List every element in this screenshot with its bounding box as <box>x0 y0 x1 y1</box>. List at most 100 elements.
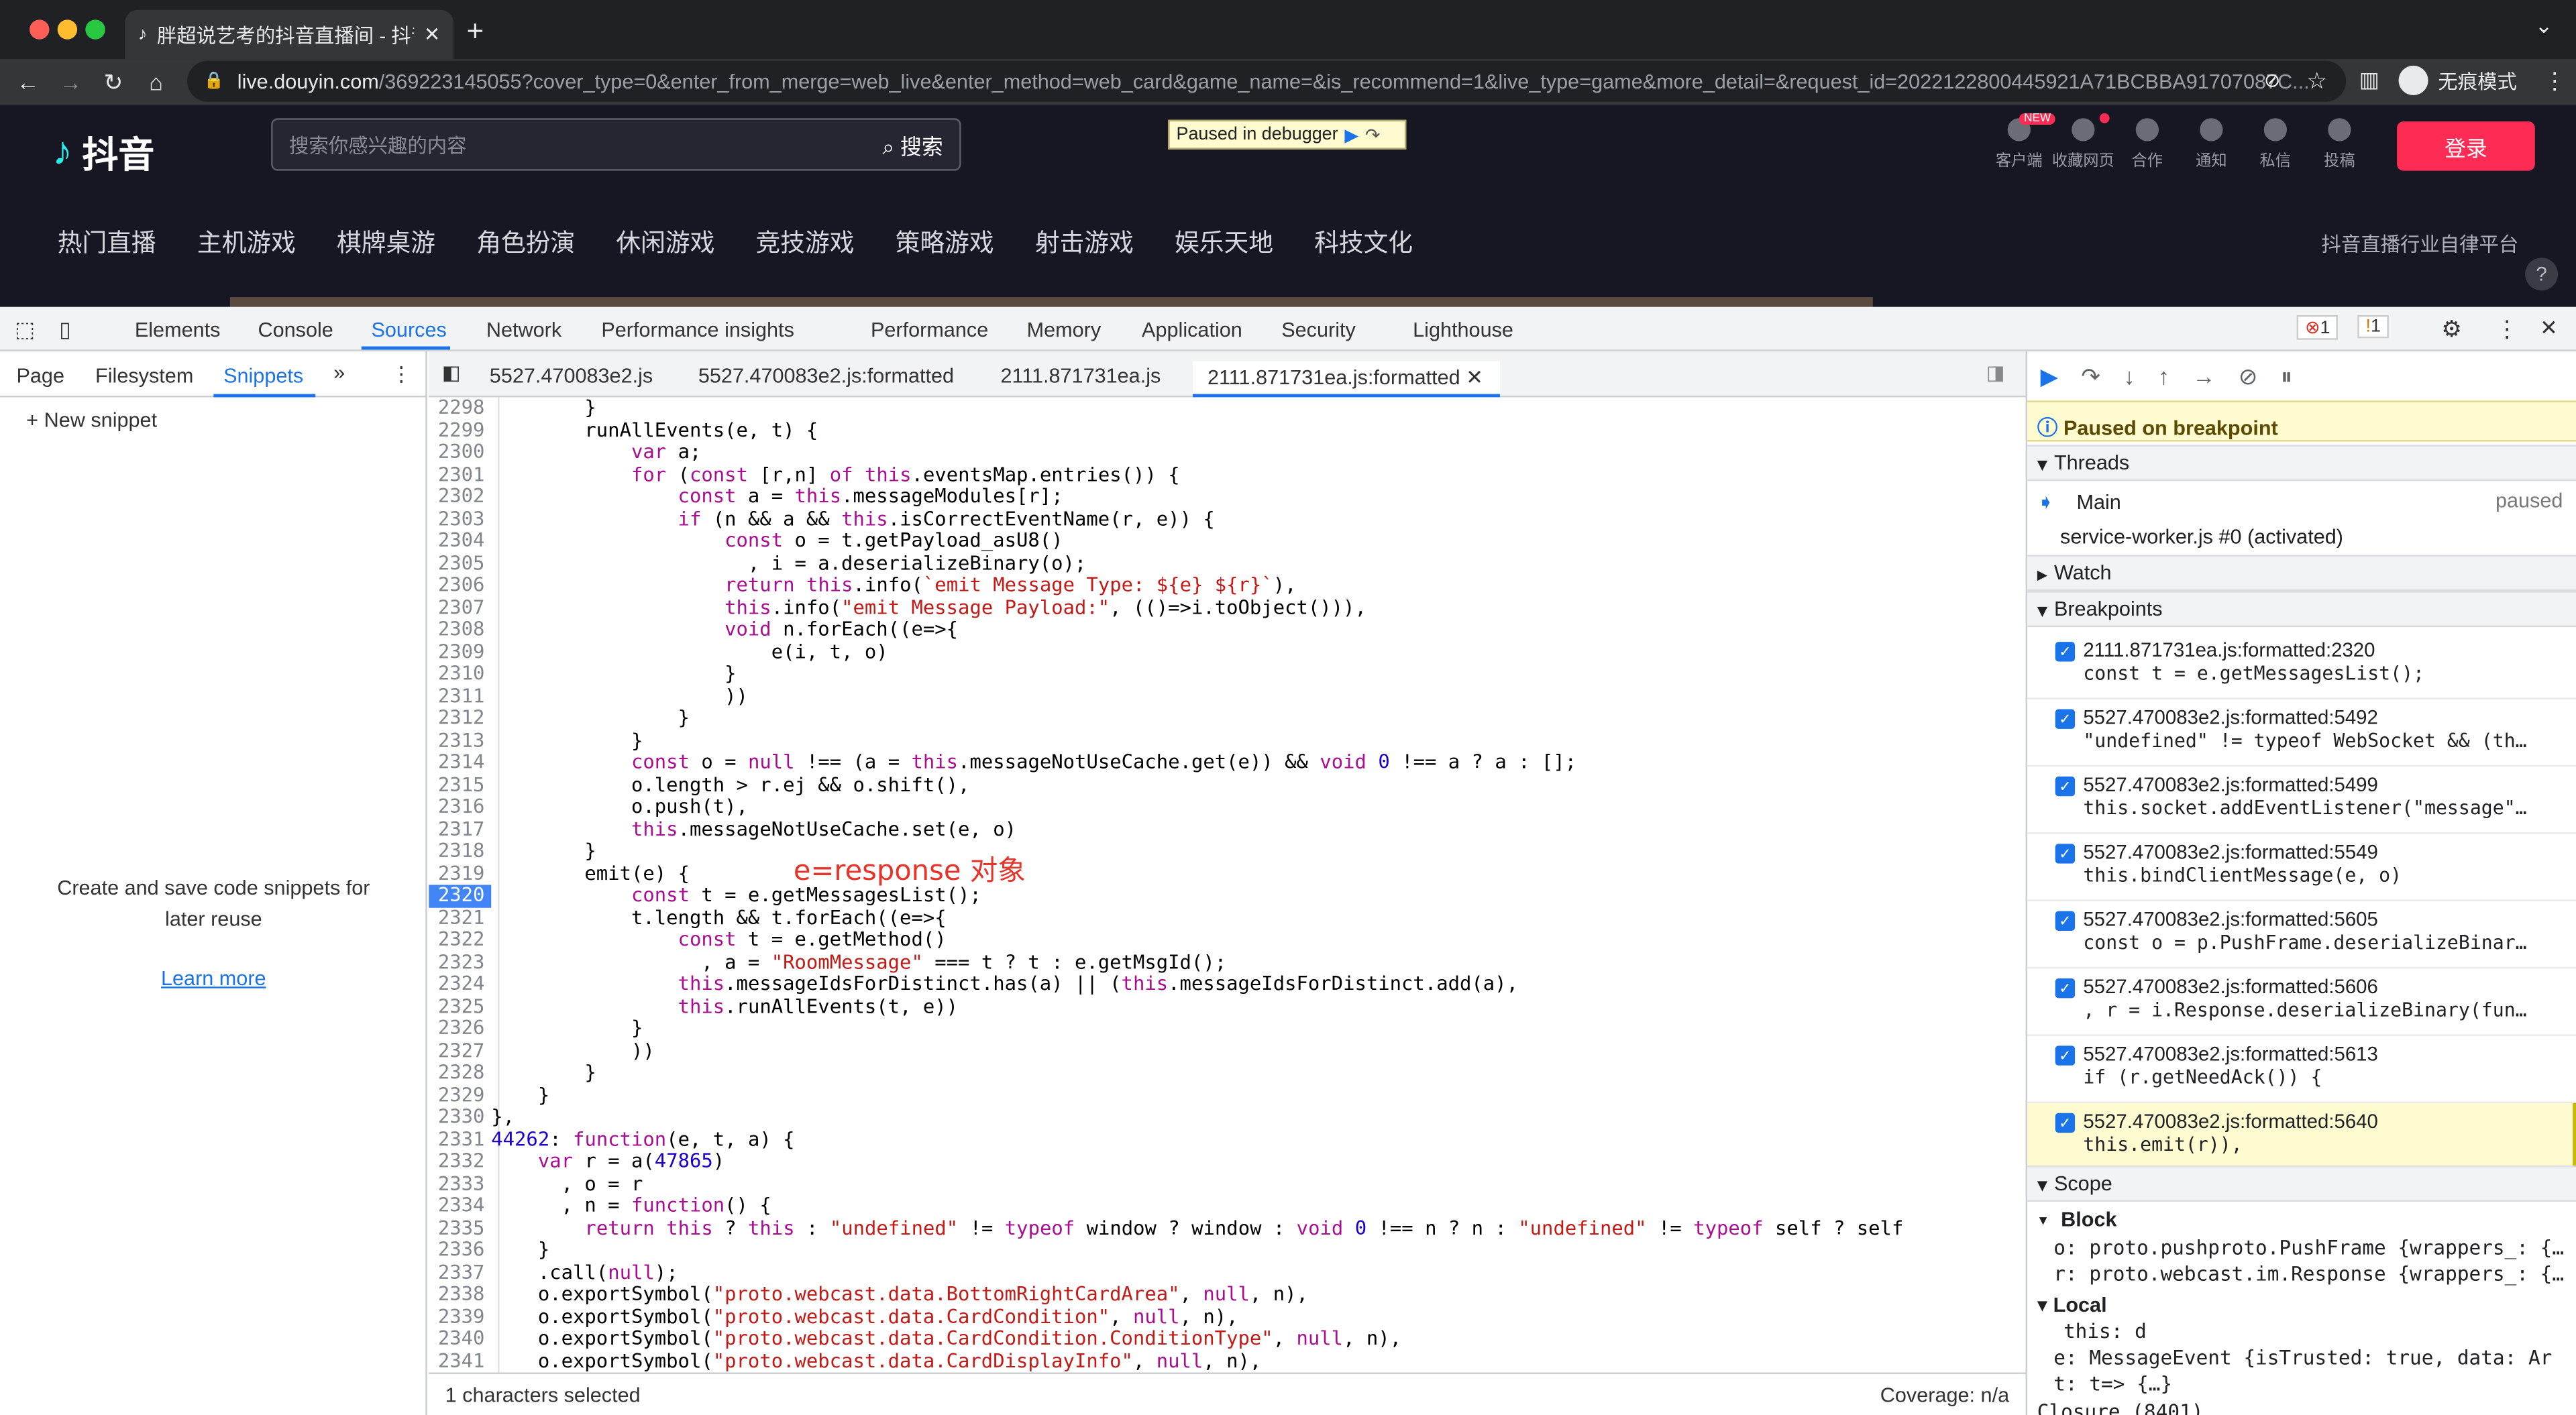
line-number[interactable]: 2324 <box>429 972 491 996</box>
code-line[interactable]: 2329 } <box>429 1083 2025 1107</box>
platform-link[interactable]: 抖音直播行业自律平台 <box>2321 230 2518 258</box>
tab-memory[interactable]: Memory <box>1027 319 1102 341</box>
new-tab-icon[interactable]: + <box>467 15 484 49</box>
line-number[interactable]: 2312 <box>429 707 491 730</box>
line-number[interactable]: 2339 <box>429 1305 491 1328</box>
code-line[interactable]: 2302 const a = this.messageModules[r]; <box>429 485 2025 508</box>
breakpoint-item[interactable]: ✓ 5527.470083e2.js:formatted:5549 this.bin… <box>2027 834 2576 901</box>
line-number[interactable]: 2336 <box>429 1239 491 1261</box>
code-line[interactable]: 2330}, <box>429 1105 2025 1129</box>
code-line[interactable]: 2323 , a = "RoomMessage" === t ? t : e.g… <box>429 950 2025 974</box>
scope-header[interactable]: ▾ Scope <box>2027 1166 2576 1202</box>
line-number[interactable]: 2305 <box>429 552 491 575</box>
category-casual[interactable]: 休闲游戏 <box>616 225 714 259</box>
close-editor-tab-icon[interactable]: ✕ <box>1466 366 1483 389</box>
line-number[interactable]: 2314 <box>429 751 491 774</box>
incognito-chip[interactable]: 无痕模式 <box>2398 65 2517 95</box>
pause-exceptions-button[interactable]: ⏸ <box>2281 363 2292 391</box>
category-shooter[interactable]: 射击游戏 <box>1035 225 1134 259</box>
breakpoint-item[interactable]: ✓ 5527.470083e2.js:formatted:5605 const o … <box>2027 901 2576 969</box>
header-icon-notify[interactable]: 通知 <box>2177 118 2246 171</box>
line-number[interactable]: 2317 <box>429 817 491 840</box>
navigator-menu-icon[interactable]: ⋮ <box>391 361 412 386</box>
resume-icon[interactable]: ▶︎ <box>1344 124 1358 145</box>
code-line[interactable]: 2308 void n.forEach((e=>{ <box>429 618 2025 641</box>
code-editor[interactable]: 2298 } 2299 runAllEvents(e, t) {2300 var … <box>429 397 2026 1373</box>
tab-sources[interactable]: Sources <box>371 319 446 341</box>
back-icon[interactable]: ← <box>7 69 50 95</box>
code-line[interactable]: 2318 } <box>429 840 2025 862</box>
step-over-icon[interactable]: ↷ <box>1365 124 1381 145</box>
line-number[interactable]: 2333 <box>429 1172 491 1195</box>
code-line[interactable]: 2341 o.exportSymbol("proto.webcast.data.… <box>429 1349 2025 1372</box>
line-number[interactable]: 2300 <box>429 441 491 464</box>
breakpoint-checkbox[interactable]: ✓ <box>2055 776 2076 797</box>
code-line[interactable]: 2324 this.messageIdsForDistinct.has(a) |… <box>429 972 2025 996</box>
breakpoint-checkbox[interactable]: ✓ <box>2055 709 2076 729</box>
code-line[interactable]: 2321 t.length && t.forEach((e=>{ <box>429 906 2025 929</box>
browser-tab[interactable]: ♪ 胖超说艺考的抖音直播间 - 抖音直 ✕ <box>125 9 453 60</box>
header-icon-client[interactable]: 客户端 <box>1984 118 2053 171</box>
code-line[interactable]: 2334 , n = function() { <box>429 1194 2025 1217</box>
device-toolbar-icon[interactable]: ▯ <box>59 317 71 343</box>
search-input[interactable]: 搜索你感兴趣的内容 <box>289 131 882 159</box>
scope-var-this[interactable]: this: d <box>2063 1320 2147 1343</box>
editor-tab-2[interactable]: 5527.470083e2.js:formatted <box>698 364 954 387</box>
category-console[interactable]: 主机游戏 <box>197 225 296 259</box>
no-tracking-icon[interactable]: ⊘ <box>2264 69 2281 92</box>
threads-header[interactable]: ▾ Threads <box>2027 445 2576 482</box>
line-number[interactable]: 2299 <box>429 418 491 441</box>
nav-tab-page[interactable]: Page <box>16 364 64 387</box>
douyin-logo[interactable]: ♪ 抖音 <box>52 126 154 178</box>
thread-service-worker[interactable]: service-worker.js #0 (activated) <box>2060 525 2343 548</box>
code-line[interactable]: 2315 o.length > r.ej && o.shift(), <box>429 773 2025 796</box>
tab-performance[interactable]: Performance <box>871 319 988 341</box>
devtools-menu-icon[interactable]: ⋮ <box>2496 315 2518 343</box>
line-number[interactable]: 2309 <box>429 640 491 663</box>
settings-gear-icon[interactable]: ⚙ <box>2441 315 2462 343</box>
code-line[interactable]: 2300 var a; <box>429 441 2025 464</box>
editor-tab-3[interactable]: 2111.871731ea.js <box>1000 364 1161 387</box>
line-number[interactable]: 2332 <box>429 1150 491 1173</box>
line-number[interactable]: 2323 <box>429 950 491 974</box>
breakpoint-item[interactable]: ✓ 5527.470083e2.js:formatted:5499 this.soc… <box>2027 767 2576 834</box>
scope-closure[interactable]: Closure (8401) <box>2037 1400 2204 1415</box>
minimize-window-dot[interactable] <box>57 19 78 40</box>
breakpoint-checkbox[interactable]: ✓ <box>2055 642 2076 662</box>
learn-more-link[interactable]: Learn more <box>161 967 266 990</box>
maximize-window-dot[interactable] <box>85 19 105 40</box>
breakpoint-checkbox[interactable]: ✓ <box>2055 978 2076 999</box>
line-number[interactable]: 2319 <box>429 862 491 885</box>
line-number[interactable]: 2326 <box>429 1017 491 1040</box>
line-number[interactable]: 2328 <box>429 1062 491 1084</box>
toggle-debugger-icon[interactable]: ◨ <box>1986 361 2005 384</box>
code-line[interactable]: 2326 } <box>429 1017 2025 1040</box>
code-line[interactable]: 2327 )) <box>429 1039 2025 1062</box>
line-number[interactable]: 2322 <box>429 928 491 952</box>
editor-tab-1[interactable]: 5527.470083e2.js <box>490 364 653 387</box>
watch-header[interactable]: ▸ Watch <box>2027 555 2576 591</box>
breakpoint-marker[interactable]: 2320 <box>429 884 492 907</box>
breakpoint-checkbox[interactable]: ✓ <box>2055 1045 2076 1066</box>
line-number[interactable]: 2316 <box>429 795 491 818</box>
code-line[interactable]: 2336 } <box>429 1238 2025 1261</box>
breakpoint-checkbox[interactable]: ✓ <box>2055 1113 2076 1133</box>
code-line[interactable]: 2338 o.exportSymbol("proto.webcast.data.… <box>429 1282 2025 1306</box>
tab-performance-insights[interactable]: Performance insights <box>601 319 794 341</box>
header-icon-cooperate[interactable]: 合作 <box>2112 118 2182 171</box>
close-tab-icon[interactable]: ✕ <box>424 23 441 46</box>
tab-console[interactable]: Console <box>258 319 333 341</box>
site-search-box[interactable]: 搜索你感兴趣的内容 ⌕ 搜索 <box>271 118 961 171</box>
category-strategy[interactable]: 策略游戏 <box>896 225 994 259</box>
step-into-button[interactable]: ↓ <box>2123 363 2135 391</box>
tab-elements[interactable]: Elements <box>135 319 221 341</box>
line-number[interactable]: 2330 <box>429 1106 491 1129</box>
breakpoints-header[interactable]: ▾ Breakpoints <box>2027 591 2576 628</box>
line-number[interactable]: 2329 <box>429 1084 491 1107</box>
line-number[interactable]: 2303 <box>429 507 491 530</box>
line-number[interactable]: 2315 <box>429 773 491 796</box>
line-number[interactable]: 2311 <box>429 685 491 708</box>
reload-icon[interactable]: ↻ <box>92 68 135 97</box>
code-line[interactable]: 2309 e(i, t, o) <box>429 640 2025 663</box>
code-line[interactable]: 2333 , o = r <box>429 1172 2025 1195</box>
